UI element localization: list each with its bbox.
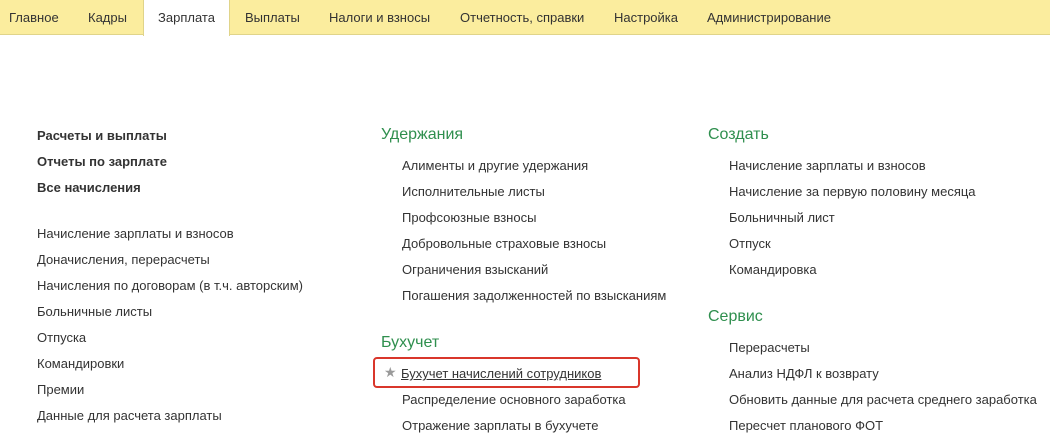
main-menu-bar: Главное Кадры Зарплата Выплаты Налоги и …	[0, 0, 1050, 36]
link-additional-accruals[interactable]: Доначисления, перерасчеты	[37, 252, 210, 268]
create-salary-accrual[interactable]: Начисление зарплаты и взносов	[729, 158, 926, 174]
link-ndfl-refund-analysis[interactable]: Анализ НДФЛ к возврату	[729, 366, 879, 382]
link-employee-accruals-accounting[interactable]: Бухучет начислений сотрудников	[401, 366, 601, 382]
link-salary-distribution[interactable]: Распределение основного заработка	[402, 392, 626, 408]
link-vacations[interactable]: Отпуска	[37, 330, 86, 346]
tab-reports[interactable]: Отчетность, справки	[460, 0, 584, 35]
link-salary-accrual[interactable]: Начисление зарплаты и взносов	[37, 226, 234, 242]
link-writs[interactable]: Исполнительные листы	[402, 184, 545, 200]
tab-payments[interactable]: Выплаты	[245, 0, 300, 35]
link-voluntary-insurance[interactable]: Добровольные страховые взносы	[402, 236, 606, 252]
create-business-trip[interactable]: Командировка	[729, 262, 817, 278]
tab-main[interactable]: Главное	[9, 0, 59, 35]
link-salary-data[interactable]: Данные для расчета зарплаты	[37, 408, 222, 424]
link-update-average-earnings[interactable]: Обновить данные для расчета среднего зар…	[729, 392, 1037, 408]
section-title-create: Создать	[708, 126, 769, 143]
link-recovery-limits[interactable]: Ограничения взысканий	[402, 262, 548, 278]
link-business-trips[interactable]: Командировки	[37, 356, 124, 372]
section-title-accounting: Бухучет	[381, 334, 440, 351]
link-recalculations[interactable]: Перерасчеты	[729, 340, 810, 356]
tab-taxes[interactable]: Налоги и взносы	[329, 0, 430, 35]
section-title-deductions: Удержания	[381, 126, 464, 143]
link-salary-posting[interactable]: Отражение зарплаты в бухучете	[402, 418, 598, 434]
create-vacation[interactable]: Отпуск	[729, 236, 771, 252]
section-title-service: Сервис	[708, 308, 763, 325]
create-sick-leave[interactable]: Больничный лист	[729, 210, 835, 226]
link-alimony[interactable]: Алименты и другие удержания	[402, 158, 588, 174]
star-icon[interactable]: ★	[384, 364, 397, 380]
link-bonuses[interactable]: Премии	[37, 382, 84, 398]
link-calculations-and-payments[interactable]: Расчеты и выплаты	[37, 128, 167, 144]
link-debt-repayments[interactable]: Погашения задолженностей по взысканиям	[402, 288, 666, 304]
link-all-accruals[interactable]: Все начисления	[37, 180, 141, 196]
tab-settings[interactable]: Настройка	[614, 0, 678, 35]
link-sick-leaves[interactable]: Больничные листы	[37, 304, 152, 320]
tab-administration[interactable]: Администрирование	[707, 0, 831, 35]
tab-hr[interactable]: Кадры	[88, 0, 127, 35]
link-planned-payroll-recalc[interactable]: Пересчет планового ФОТ	[729, 418, 883, 434]
create-first-half-accrual[interactable]: Начисление за первую половину месяца	[729, 184, 976, 200]
link-union-dues[interactable]: Профсоюзные взносы	[402, 210, 536, 226]
link-salary-reports[interactable]: Отчеты по зарплате	[37, 154, 167, 170]
tab-salary[interactable]: Зарплата	[143, 0, 230, 36]
link-contract-accruals[interactable]: Начисления по договорам (в т.ч. авторски…	[37, 278, 303, 294]
